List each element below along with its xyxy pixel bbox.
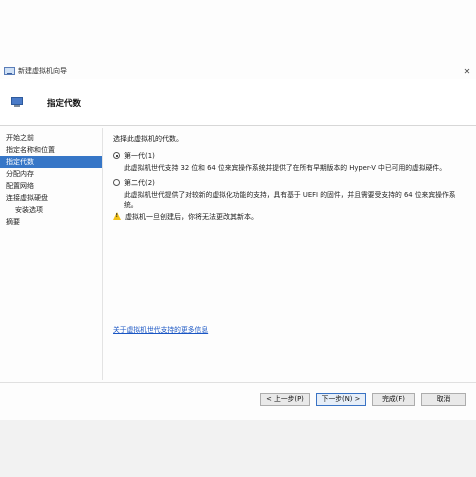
nav-item-virtual-disk[interactable]: 连接虚拟硬盘 (0, 192, 102, 204)
close-button[interactable]: ✕ (458, 64, 476, 79)
nav-item-network[interactable]: 配置网络 (0, 180, 102, 192)
header-divider (0, 125, 476, 126)
gen1-description: 此虚拟机世代支持 32 位和 64 位来宾操作系统并提供了在所有早期版本的 Hy… (124, 164, 447, 172)
warning-icon (113, 212, 121, 220)
gen2-label[interactable]: 第二代(2) (124, 178, 155, 188)
nav-item-summary[interactable]: 摘要 (0, 216, 102, 228)
gen2-radio[interactable] (113, 179, 120, 186)
gen2-option[interactable]: 第二代(2) (113, 178, 233, 188)
page-title: 指定代数 (47, 99, 82, 109)
gen1-option[interactable]: 第一代(1) (113, 151, 233, 161)
title-bar: 新建虚拟机向导 ✕ (0, 64, 476, 79)
more-info-link[interactable]: 关于虚拟机世代支持的更多信息 (113, 324, 208, 334)
nav-item-install-options[interactable]: 安装选项 (0, 204, 102, 216)
next-button[interactable]: 下一步(N) > (316, 393, 366, 406)
finish-button[interactable]: 完成(F) (372, 393, 415, 406)
wizard-step-list: 开始之前 指定名称和位置 指定代数 分配内存 配置网络 连接虚拟硬盘 安装选项 … (0, 132, 102, 228)
page-header: 指定代数 (0, 79, 476, 125)
gen2-description: 此虚拟机世代提供了对较新的虚拟化功能的支持，具有基于 UEFI 的固件，并且需要… (124, 191, 456, 209)
nav-item-memory[interactable]: 分配内存 (0, 168, 102, 180)
cancel-button[interactable]: 取消 (421, 393, 466, 406)
footer-divider (0, 382, 476, 383)
warning-text: 虚拟机一旦创建后，你将无法更改其新本。 (125, 213, 258, 221)
nav-divider (102, 128, 103, 380)
nav-item-name-location[interactable]: 指定名称和位置 (0, 144, 102, 156)
gen1-label[interactable]: 第一代(1) (124, 151, 155, 161)
generation-prompt: 选择此虚拟机的代数。 (113, 135, 183, 143)
vm-monitor-icon (11, 97, 23, 107)
gen1-radio[interactable] (113, 152, 120, 159)
window-background (0, 420, 476, 477)
previous-button[interactable]: < 上一步(P) (260, 393, 310, 406)
nav-item-before-you-begin[interactable]: 开始之前 (0, 132, 102, 144)
nav-item-generation[interactable]: 指定代数 (0, 156, 102, 168)
hyper-v-app-icon (4, 67, 15, 75)
window-title: 新建虚拟机向导 (18, 67, 67, 75)
